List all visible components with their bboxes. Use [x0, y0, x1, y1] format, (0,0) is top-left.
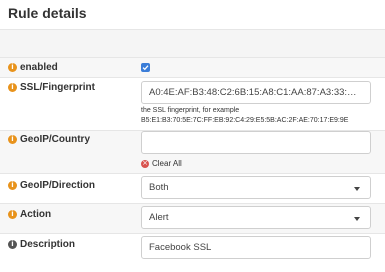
- clear-all-label: Clear All: [152, 159, 182, 168]
- fingerprint-label: SSL/Fingerprint: [20, 82, 95, 93]
- action-label: Action: [20, 209, 52, 220]
- fingerprint-value: A0:4E:AF:B3:48:C2:6B:15:A8:C1:AA:87:A3:3…: [149, 87, 363, 98]
- info-icon[interactable]: i: [8, 240, 17, 249]
- fingerprint-help-line1: the SSL fingerprint, for example: [141, 107, 240, 114]
- row-geoip-country: i GeoIP/Country × Clear All: [0, 131, 385, 173]
- fingerprint-input[interactable]: A0:4E:AF:B3:48:C2:6B:15:A8:C1:AA:87:A3:3…: [141, 81, 371, 104]
- action-select[interactable]: Alert: [141, 206, 371, 229]
- clear-icon: ×: [141, 159, 149, 168]
- info-icon[interactable]: i: [8, 135, 17, 144]
- description-label-wrap: i Description: [8, 239, 75, 250]
- description-value: Facebook SSL: [149, 242, 212, 253]
- enabled-label: enabled: [20, 62, 58, 73]
- info-icon[interactable]: i: [8, 63, 17, 72]
- row-action: i Action Alert: [0, 204, 385, 233]
- panel-header: Rule details: [0, 0, 385, 29]
- geoip-direction-value: Both: [149, 182, 169, 193]
- geoip-direction-label: GeoIP/Direction: [20, 180, 96, 191]
- enabled-checkbox[interactable]: [141, 63, 150, 72]
- geoip-country-label: GeoIP/Country: [20, 134, 91, 145]
- description-label: Description: [20, 239, 76, 250]
- header-band: [0, 30, 385, 57]
- check-icon: [142, 65, 149, 71]
- row-enabled: i enabled: [0, 58, 385, 77]
- info-icon[interactable]: i: [8, 210, 17, 219]
- info-icon[interactable]: i: [8, 83, 17, 92]
- clear-all-link[interactable]: × Clear All: [141, 159, 182, 168]
- geoip-direction-label-wrap: i GeoIP/Direction: [8, 180, 95, 191]
- row-description: i Description Facebook SSL: [0, 234, 385, 272]
- row-fingerprint: i SSL/Fingerprint A0:4E:AF:B3:48:C2:6B:1…: [0, 78, 385, 130]
- geoip-direction-select[interactable]: Both: [141, 176, 371, 199]
- fingerprint-label-wrap: i SSL/Fingerprint: [8, 82, 95, 93]
- geoip-country-select[interactable]: [141, 131, 371, 154]
- page-title: Rule details: [8, 5, 87, 21]
- fingerprint-help: the SSL fingerprint, for example B5:E1:B…: [141, 106, 348, 126]
- description-input[interactable]: Facebook SSL: [141, 236, 371, 259]
- info-icon[interactable]: i: [8, 181, 17, 190]
- enabled-label-wrap: i enabled: [8, 62, 58, 73]
- geoip-country-label-wrap: i GeoIP/Country: [8, 134, 90, 145]
- action-label-wrap: i Action: [8, 209, 51, 220]
- chevron-down-icon: [354, 217, 360, 221]
- fingerprint-help-line2: B5:E1:B3:70:5E:7C:FF:EB:92:C4:29:E5:5B:A…: [141, 117, 349, 124]
- chevron-down-icon: [354, 187, 360, 191]
- row-geoip-direction: i GeoIP/Direction Both: [0, 174, 385, 203]
- action-value: Alert: [149, 212, 169, 223]
